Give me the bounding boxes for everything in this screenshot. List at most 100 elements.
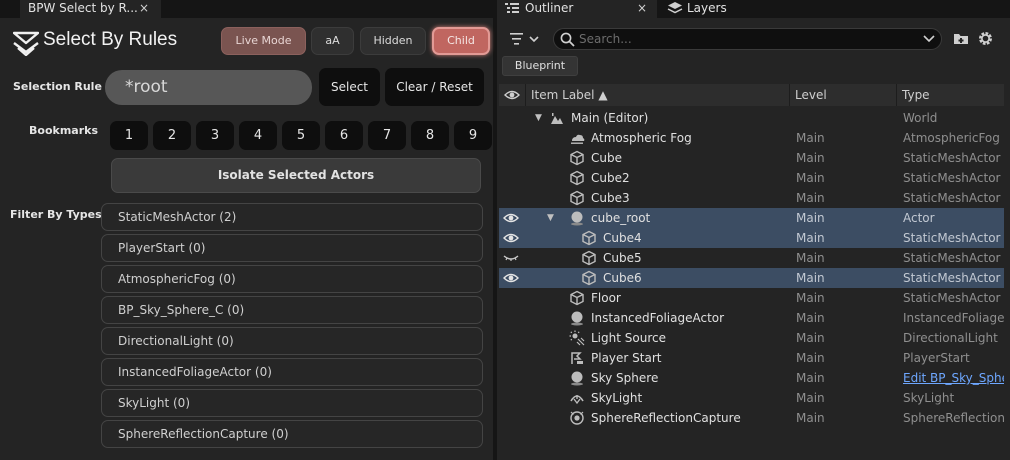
outliner-row[interactable]: Light Source Main DirectionalLight bbox=[499, 328, 1004, 348]
visibility-column-header[interactable] bbox=[499, 84, 526, 106]
outliner-row[interactable]: Cube4 Main StaticMeshActor bbox=[499, 228, 1004, 248]
type-filter-item[interactable]: SphereReflectionCapture (0) bbox=[101, 420, 483, 448]
filter-dropdown-icon[interactable] bbox=[510, 32, 540, 46]
outliner-row[interactable]: InstancedFoliageActor Main InstancedFoliag… bbox=[499, 308, 1004, 328]
item-level: Main bbox=[796, 331, 825, 345]
static-mesh-icon bbox=[570, 290, 584, 306]
selection-rule-input[interactable]: *root bbox=[105, 70, 312, 105]
bookmark-button[interactable]: 7 bbox=[368, 121, 406, 150]
gear-icon[interactable] bbox=[977, 30, 994, 47]
item-level: Main bbox=[796, 251, 825, 265]
type-column-header[interactable]: Type bbox=[897, 84, 1004, 106]
clear-reset-button[interactable]: Clear / Reset bbox=[385, 68, 484, 106]
bookmark-button[interactable]: 6 bbox=[325, 121, 363, 150]
static-mesh-icon bbox=[570, 170, 584, 186]
close-icon[interactable]: × bbox=[637, 0, 647, 16]
tab-label: Layers bbox=[687, 1, 727, 15]
bookmark-button[interactable]: 5 bbox=[282, 121, 320, 150]
item-label: Light Source bbox=[591, 331, 666, 345]
world-icon bbox=[551, 113, 563, 124]
outliner-row[interactable]: ▼ Main (Editor) World bbox=[499, 108, 1004, 128]
bookmark-button[interactable]: 2 bbox=[153, 121, 191, 150]
bookmark-button[interactable]: 8 bbox=[411, 121, 449, 150]
reflection-capture-icon bbox=[570, 411, 584, 425]
item-level: Main bbox=[796, 131, 825, 145]
outliner-row[interactable]: Cube5 Main StaticMeshActor bbox=[499, 248, 1004, 268]
item-label: Atmospheric Fog bbox=[591, 131, 692, 145]
outliner-row[interactable]: Atmospheric Fog Main AtmosphericFog bbox=[499, 128, 1004, 148]
type-filter-item[interactable]: StaticMeshActor (2) bbox=[101, 203, 483, 231]
item-label: cube_root bbox=[591, 211, 651, 225]
actor-sphere-icon bbox=[571, 371, 583, 386]
bookmark-button[interactable]: 3 bbox=[196, 121, 234, 150]
item-type: StaticMeshActor bbox=[903, 251, 1001, 265]
type-filter-item[interactable]: SkyLight (0) bbox=[101, 389, 483, 417]
outliner-search-box[interactable]: Search... bbox=[553, 28, 942, 50]
match-case-toggle[interactable]: aA bbox=[311, 27, 354, 55]
type-filter-item[interactable]: DirectionalLight (0) bbox=[101, 327, 483, 355]
item-type: StaticMeshActor bbox=[903, 191, 1001, 205]
outliner-row[interactable]: Sky Sphere Main Edit BP_Sky_Sphere bbox=[499, 368, 1004, 388]
outliner-row[interactable]: Floor Main StaticMeshActor bbox=[499, 288, 1004, 308]
outliner-icon bbox=[505, 3, 519, 13]
type-filter-item[interactable]: InstancedFoliageActor (0) bbox=[101, 358, 483, 386]
item-label: Cube5 bbox=[603, 251, 642, 265]
item-level: Main bbox=[796, 371, 825, 385]
live-mode-toggle[interactable]: Live Mode bbox=[221, 27, 306, 55]
item-type: StaticMeshActor bbox=[903, 151, 1001, 165]
type-filter-item[interactable]: BP_Sky_Sphere_C (0) bbox=[101, 296, 483, 324]
bookmark-button[interactable]: 1 bbox=[110, 121, 148, 150]
skylight-icon bbox=[570, 395, 584, 405]
chevron-down-icon[interactable] bbox=[923, 35, 935, 43]
eye-icon[interactable] bbox=[503, 231, 519, 245]
edit-blueprint-link[interactable]: Edit BP_Sky_Sphere bbox=[903, 368, 1004, 388]
item-label: Cube2 bbox=[591, 171, 630, 185]
child-toggle[interactable]: Child bbox=[432, 27, 490, 55]
eye-icon[interactable] bbox=[503, 271, 519, 285]
item-label-column-header[interactable]: Item Label ▲ bbox=[526, 84, 790, 106]
outliner-row[interactable]: Cube Main StaticMeshActor bbox=[499, 148, 1004, 168]
expand-arrow-icon[interactable]: ▼ bbox=[535, 108, 542, 128]
static-mesh-icon bbox=[570, 150, 584, 166]
outliner-panel: Outliner × Layers Search... Blueprint It… bbox=[497, 0, 1010, 460]
select-by-rules-logo-icon bbox=[13, 31, 39, 56]
eye-closed-icon[interactable] bbox=[503, 251, 519, 265]
outliner-row[interactable]: Player Start Main PlayerStart bbox=[499, 348, 1004, 368]
add-folder-icon[interactable] bbox=[953, 31, 969, 46]
item-label: SkyLight bbox=[591, 391, 643, 405]
item-level: Main bbox=[796, 411, 825, 425]
outliner-row[interactable]: Cube2 Main StaticMeshActor bbox=[499, 168, 1004, 188]
layers-icon bbox=[667, 2, 683, 14]
static-mesh-icon bbox=[582, 250, 596, 266]
type-filter-item[interactable]: AtmosphericFog (0) bbox=[101, 265, 483, 293]
outliner-row[interactable]: SkyLight Main SkyLight bbox=[499, 388, 1004, 408]
tab-outliner[interactable]: Outliner bbox=[497, 0, 657, 18]
outliner-row[interactable]: Cube6 Main StaticMeshActor bbox=[499, 268, 1004, 288]
item-type: Actor bbox=[903, 211, 935, 225]
static-mesh-icon bbox=[582, 230, 596, 246]
left-tab-strip: BPW Select by R... × bbox=[0, 0, 493, 18]
bookmark-button[interactable]: 4 bbox=[239, 121, 277, 150]
close-icon[interactable]: × bbox=[139, 0, 149, 16]
item-label: Floor bbox=[591, 291, 621, 305]
static-mesh-icon bbox=[582, 270, 596, 286]
blueprint-filter-chip[interactable]: Blueprint bbox=[502, 56, 578, 76]
isolate-selected-actors-button[interactable]: Isolate Selected Actors bbox=[111, 158, 481, 193]
expand-arrow-icon[interactable]: ▼ bbox=[547, 208, 554, 228]
outliner-row[interactable]: Cube3 Main StaticMeshActor bbox=[499, 188, 1004, 208]
level-column-header[interactable]: Level bbox=[790, 84, 897, 106]
item-type: SkyLight bbox=[903, 391, 955, 405]
search-icon bbox=[560, 32, 575, 47]
select-button[interactable]: Select bbox=[319, 68, 380, 106]
search-input[interactable]: Search... bbox=[579, 29, 632, 49]
hidden-toggle[interactable]: Hidden bbox=[360, 27, 426, 55]
bookmark-button[interactable]: 9 bbox=[454, 121, 492, 150]
eye-icon[interactable] bbox=[503, 211, 519, 225]
item-type: World bbox=[903, 111, 938, 125]
item-label: Sky Sphere bbox=[591, 371, 659, 385]
static-mesh-icon bbox=[570, 190, 584, 206]
type-filter-item[interactable]: PlayerStart (0) bbox=[101, 234, 483, 262]
outliner-row[interactable]: SphereReflectionCapture Main SphereReflect… bbox=[499, 408, 1004, 428]
outliner-row[interactable]: ▼ cube_root Main Actor bbox=[499, 208, 1004, 228]
player-start-icon bbox=[571, 352, 583, 364]
